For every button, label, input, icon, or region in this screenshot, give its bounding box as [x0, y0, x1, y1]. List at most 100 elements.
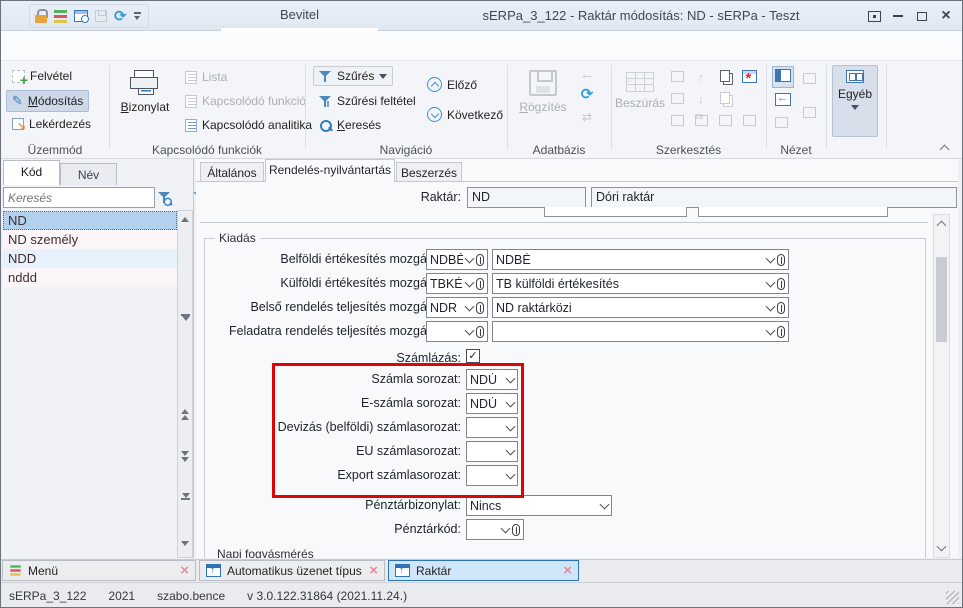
chevron-down-icon[interactable]: [505, 469, 516, 479]
scroll-top-marker-icon[interactable]: [181, 314, 190, 321]
chevron-down-icon[interactable]: [505, 397, 516, 407]
list-item[interactable]: ND személy: [3, 230, 177, 249]
penztarbizonylat-combo[interactable]: Nincs: [466, 495, 612, 516]
panel-collapse-button[interactable]: [773, 91, 793, 111]
db-refresh-icon[interactable]: ⟳: [579, 87, 595, 102]
devizas-szamlasorozat-combo[interactable]: [466, 417, 518, 438]
bottom-tab-automatikus-uzenet-tipus[interactable]: Automatikus üzenet típus ×: [199, 560, 385, 581]
chevron-down-icon[interactable]: [765, 253, 776, 263]
mozgasnem-name-combo[interactable]: NDBÉ: [492, 249, 789, 270]
export-szamlasorozat-combo[interactable]: [466, 465, 518, 486]
scroll-up-icon[interactable]: [936, 220, 947, 231]
bizonylat-button[interactable]: Bizonylat: [117, 65, 173, 135]
paperclip-icon[interactable]: [476, 253, 484, 266]
chevron-down-icon[interactable]: [464, 253, 475, 263]
scrollbar-thumb[interactable]: [936, 257, 947, 342]
mozgasnem-name-combo[interactable]: TB külföldi értékesítés: [492, 273, 789, 294]
list-item[interactable]: nddd: [3, 268, 177, 287]
chevron-down-icon[interactable]: [765, 277, 776, 287]
bottom-tab-menu[interactable]: Menü ×: [2, 560, 196, 581]
save-icon[interactable]: [95, 10, 107, 22]
mozgasnem-code-combo[interactable]: [426, 321, 488, 342]
context-tab-bevitel[interactable]: Bevitel: [221, 7, 378, 22]
kapcsolodo-analitika-button[interactable]: Kapcsolódó analitika: [179, 115, 318, 135]
scroll-page-up-icon[interactable]: [181, 409, 189, 420]
ribbon-collapse-icon[interactable]: [939, 144, 950, 155]
mozgasnem-name-combo[interactable]: [492, 321, 789, 342]
quick-access-toolbar: ⟳: [29, 4, 149, 28]
szuresi-feltetel-button[interactable]: Szűrési feltétel: [313, 91, 422, 111]
tab-beszerzes[interactable]: Beszerzés: [396, 162, 462, 182]
scroll-down-icon[interactable]: [181, 541, 189, 546]
fullscreen-button[interactable]: [864, 7, 884, 25]
mozgasnem-name-combo[interactable]: ND raktárközi: [492, 297, 789, 318]
chevron-down-icon[interactable]: [464, 301, 475, 311]
chevron-down-icon[interactable]: [505, 445, 516, 455]
scroll-bottom-marker-icon[interactable]: [181, 493, 190, 500]
menu-layers-icon[interactable]: [54, 9, 67, 13]
szamla-sorozat-combo[interactable]: NDÚ: [466, 369, 518, 390]
paperclip-icon[interactable]: [777, 277, 785, 290]
chevron-down-icon[interactable]: [464, 277, 475, 287]
maximize-button[interactable]: [912, 7, 932, 25]
e-szamla-sorozat-combo[interactable]: NDÚ: [466, 393, 518, 414]
szamlazas-checkbox[interactable]: ✓: [466, 349, 480, 363]
list-scrollbar[interactable]: [177, 210, 193, 558]
bottom-tab-raktar[interactable]: Raktár ×: [388, 560, 579, 581]
chevron-down-icon[interactable]: [505, 373, 516, 383]
szures-button[interactable]: Szűrés: [313, 66, 394, 86]
tab-rendeles-nyilvantartas[interactable]: Rendelés-nyilvántartás: [265, 159, 395, 182]
chevron-down-icon[interactable]: [500, 523, 511, 533]
copy-icon[interactable]: [717, 68, 733, 83]
refresh-icon[interactable]: ⟳: [114, 9, 127, 24]
close-tab-icon[interactable]: ×: [563, 563, 572, 578]
panel-layout-button[interactable]: [772, 66, 794, 88]
list-item[interactable]: NDD: [3, 249, 177, 268]
paperclip-icon[interactable]: [512, 523, 520, 536]
chevron-down-icon[interactable]: [464, 325, 475, 335]
paperclip-icon[interactable]: [476, 277, 484, 290]
new-window-icon[interactable]: [741, 69, 757, 87]
kereses-button[interactable]: Keresés: [313, 115, 387, 135]
elozo-button[interactable]: Előző: [421, 74, 483, 95]
close-tab-icon[interactable]: ×: [369, 563, 378, 578]
modositas-button[interactable]: ✎ Módosítás: [6, 90, 90, 112]
filter-search-icon[interactable]: [158, 191, 173, 207]
chevron-down-icon[interactable]: [505, 421, 516, 431]
window-search-icon[interactable]: [74, 10, 89, 23]
paperclip-icon[interactable]: [777, 301, 785, 314]
lock-icon[interactable]: [35, 9, 48, 23]
resize-grip[interactable]: [946, 591, 959, 604]
scroll-up-icon[interactable]: [181, 217, 189, 222]
chevron-down-icon[interactable]: [599, 499, 610, 509]
chevron-down-icon[interactable]: [765, 325, 776, 335]
minimize-button[interactable]: [888, 7, 908, 25]
raktar-name-field[interactable]: Dóri raktár: [591, 187, 957, 208]
egyeb-button[interactable]: Egyéb: [832, 65, 878, 137]
kovetkezo-button[interactable]: Következő: [421, 104, 509, 125]
paperclip-icon[interactable]: [476, 325, 484, 338]
close-tab-icon[interactable]: ×: [180, 563, 189, 578]
paperclip-icon[interactable]: [777, 325, 785, 338]
mozgasnem-code-combo[interactable]: TBKÉ: [426, 273, 488, 294]
chevron-down-icon[interactable]: [765, 301, 776, 311]
scroll-down-icon[interactable]: [936, 541, 947, 552]
raktar-code-field[interactable]: ND: [467, 187, 586, 208]
search-input[interactable]: [3, 187, 155, 208]
eu-szamlasorozat-combo[interactable]: [466, 441, 518, 462]
form-scrollbar[interactable]: [933, 214, 950, 558]
qat-dropdown-icon[interactable]: [133, 11, 143, 21]
paperclip-icon[interactable]: [777, 253, 785, 266]
close-button[interactable]: ×: [936, 7, 956, 25]
mozgasnem-code-combo[interactable]: NDR: [426, 297, 488, 318]
mozgasnem-code-combo[interactable]: NDBÉ: [426, 249, 488, 270]
list-item[interactable]: ND: [3, 211, 177, 230]
tab-altalanos[interactable]: Általános: [200, 162, 264, 182]
tab-nev[interactable]: Név: [60, 163, 117, 185]
lekerdezes-button[interactable]: Lekérdezés: [6, 114, 97, 134]
felvetel-button[interactable]: Felvétel: [6, 66, 78, 88]
paperclip-icon[interactable]: [476, 301, 484, 314]
penztarkod-combo[interactable]: [466, 519, 524, 540]
tab-kod[interactable]: Kód: [3, 160, 60, 185]
scroll-page-down-icon[interactable]: [181, 451, 189, 462]
